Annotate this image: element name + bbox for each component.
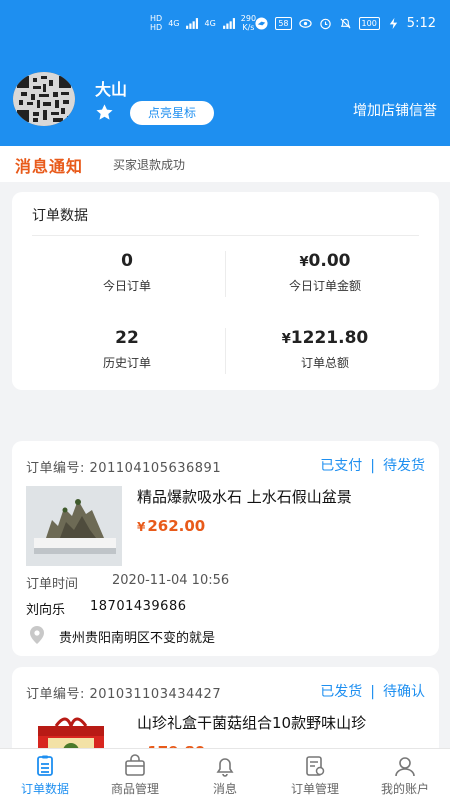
charging-icon xyxy=(389,17,398,30)
stats-title: 订单数据 xyxy=(32,208,88,224)
signal-group: HD HD 4G 4G 290 K/s xyxy=(150,14,256,32)
buyer-phone[interactable]: 18701439686 xyxy=(90,599,186,614)
pay-status: 已发货 xyxy=(320,684,363,700)
order-time: 2020-11-04 10:56 xyxy=(112,573,230,588)
stat-value: 22 xyxy=(115,328,139,348)
stat-label: 历史订单 xyxy=(102,356,151,370)
increase-credit-link[interactable]: 增加店铺信誉 xyxy=(353,100,437,120)
order-manage-icon xyxy=(306,756,325,776)
message-notice-bar[interactable]: 消息通知 买家退款成功 xyxy=(0,146,450,182)
order-number: 订单编号: 201104105636891 xyxy=(26,457,221,476)
amount-value: 0.00 xyxy=(308,251,351,271)
tab-my-account[interactable]: 我的账户 xyxy=(360,749,450,800)
order-number-label: 订单编号: xyxy=(26,461,85,476)
order-number-label: 订单编号: xyxy=(26,687,85,702)
net-speed-value: 290 xyxy=(240,14,257,23)
signal2-icon xyxy=(222,17,235,29)
tab-messages[interactable]: 消息 xyxy=(180,749,270,800)
location-pin-icon xyxy=(30,626,44,644)
order-time-label: 订单时间 xyxy=(26,577,79,592)
sim1-label: HD xyxy=(150,14,163,23)
buyer-name: 刘向乐 xyxy=(26,603,66,618)
stat-label: 今日订单 xyxy=(102,279,151,293)
net-speed-unit: K/s xyxy=(242,23,255,32)
order-status: 已发货 | 待确认 xyxy=(320,681,425,701)
order-stats-card: 订单数据 0 今日订单 ¥0.00 今日订单金额 22 历史订单 ¥1221.8… xyxy=(12,192,439,390)
order-data-icon xyxy=(37,755,53,776)
ship-status: 待确认 xyxy=(383,684,425,700)
tab-label: 我的账户 xyxy=(380,782,429,796)
currency-symbol: ¥ xyxy=(281,332,291,347)
bell-icon xyxy=(216,758,234,777)
stat-value: ¥1221.80 xyxy=(225,328,425,348)
signal1-icon xyxy=(186,17,199,29)
alarm-icon xyxy=(319,18,331,30)
product-title[interactable]: 精品爆款吸水石 上水石假山盆景 xyxy=(137,486,427,507)
order-card[interactable]: 订单编号: 201104105636891 已支付 | 待发货 精品爆款吸水石 上水… xyxy=(12,441,439,656)
net2-label: 4G xyxy=(204,18,216,28)
notification-badge: 58 xyxy=(275,17,292,30)
tab-order-manage[interactable]: 订单管理 xyxy=(270,749,360,800)
currency-symbol: ¥ xyxy=(299,255,309,270)
account-icon xyxy=(395,757,415,777)
status-separator: | xyxy=(370,458,375,474)
order-status: 已支付 | 待发货 xyxy=(320,455,425,475)
stat-label: 今日订单金额 xyxy=(288,279,361,293)
status-separator: | xyxy=(370,684,375,700)
stat-value: ¥0.00 xyxy=(225,251,425,271)
tab-label: 订单数据 xyxy=(20,782,69,796)
status-bar: HD HD 4G 4G 290 K/s 58 100 5:12 xyxy=(0,0,450,48)
stat-today-orders[interactable]: 0 今日订单 xyxy=(27,251,227,294)
rock-bonsai-image xyxy=(26,486,122,566)
stat-value: 0 xyxy=(121,251,133,271)
tab-label: 订单管理 xyxy=(290,782,339,796)
currency-symbol: ¥ xyxy=(137,520,146,534)
qr-pattern-icon xyxy=(13,72,75,126)
notice-title: 消息通知 xyxy=(15,157,84,176)
order-number-value: 201031103434427 xyxy=(89,687,222,702)
ship-status: 待发货 xyxy=(383,458,425,474)
tab-label: 消息 xyxy=(212,782,237,796)
store-name: 大山 xyxy=(95,80,128,99)
sim2-label: HD xyxy=(150,23,163,32)
stats-divider xyxy=(32,235,419,236)
price-value: 262.00 xyxy=(147,517,206,535)
tab-goods-manage[interactable]: 商品管理 xyxy=(90,749,180,800)
goods-bag-icon xyxy=(125,754,145,776)
sim-indicators: HD HD xyxy=(150,14,162,32)
net1-label: 4G xyxy=(168,18,180,28)
product-thumbnail[interactable] xyxy=(26,486,122,566)
amount-value: 1221.80 xyxy=(290,328,369,348)
bottom-tab-bar: 订单数据 商品管理 消息 订单管理 我的账户 xyxy=(0,748,450,800)
net-speed: 290 K/s xyxy=(241,14,256,32)
stat-total-amount[interactable]: ¥1221.80 订单总额 xyxy=(225,328,425,371)
pay-status: 已支付 xyxy=(320,458,363,474)
status-icons: 58 100 5:12 xyxy=(255,16,436,31)
mute-bell-icon xyxy=(339,18,351,29)
tab-order-data[interactable]: 订单数据 xyxy=(0,749,90,800)
product-price: ¥262.00 xyxy=(137,517,205,535)
battery-level: 100 xyxy=(358,17,380,30)
store-header: 大山 点亮星标 增加店铺信誉 xyxy=(0,48,450,146)
buyer-address: 贵州贵阳南明区不变的就是 xyxy=(59,631,216,646)
stat-label: 订单总额 xyxy=(300,356,349,370)
product-title[interactable]: 山珍礼盒干菌菇组合10款野味山珍 xyxy=(137,712,427,733)
light-star-button[interactable]: 点亮星标 xyxy=(130,101,214,125)
notice-text: 买家退款成功 xyxy=(113,158,186,172)
order-number: 订单编号: 201031103434427 xyxy=(26,683,221,702)
store-avatar[interactable] xyxy=(13,72,75,126)
tab-label: 商品管理 xyxy=(110,782,159,796)
clock: 5:12 xyxy=(406,16,436,31)
stat-history-orders[interactable]: 22 历史订单 xyxy=(27,328,227,371)
star-icon xyxy=(96,104,113,120)
stat-today-amount[interactable]: ¥0.00 今日订单金额 xyxy=(225,251,425,294)
order-number-value: 201104105636891 xyxy=(89,461,222,476)
eye-icon xyxy=(298,19,312,28)
app-bird-icon xyxy=(255,17,268,30)
